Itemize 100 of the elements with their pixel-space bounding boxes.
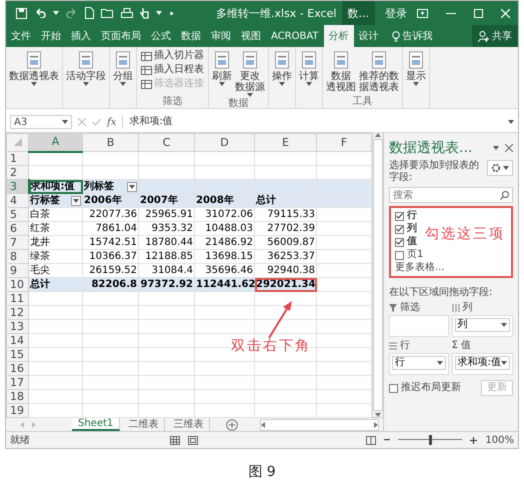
ribbon-display-icon[interactable] (417, 8, 428, 18)
ribbon-button[interactable]: 插入切片器 (139, 49, 206, 63)
ribbon-button[interactable]: 插入日程表 (139, 63, 206, 77)
drop-area[interactable]: 列 (452, 315, 513, 337)
field-label[interactable]: 页1 (407, 249, 424, 261)
printer-icon[interactable] (121, 8, 133, 18)
ribbon-button[interactable]: 刷新 (211, 49, 233, 98)
ribbon-button[interactable]: 显示 (405, 49, 427, 96)
ribbon-tab[interactable]: ACROBAT (266, 25, 324, 47)
scroll-right-icon[interactable] (374, 422, 378, 428)
filter-button[interactable] (127, 182, 137, 192)
table-cell: 7861.04 (82, 222, 138, 236)
row-header[interactable]: 8 (6, 250, 28, 264)
search-field[interactable]: 搜索 (389, 187, 513, 203)
drop-area[interactable]: 求和项:值 (452, 353, 513, 375)
row-header[interactable]: 2 (6, 166, 28, 180)
ribbon-tab[interactable]: 分析 (324, 25, 354, 47)
row-header[interactable]: 13 (6, 320, 28, 334)
close-icon[interactable] (505, 144, 513, 152)
row-header[interactable]: 11 (6, 292, 28, 306)
column-header[interactable]: E (254, 134, 316, 152)
field-chip[interactable]: 行 (392, 356, 446, 370)
field-chip[interactable]: 列 (454, 318, 510, 332)
row-header[interactable]: 3 (6, 180, 28, 194)
ribbon-button[interactable]: 数据透视表 (8, 49, 60, 96)
ribbon-tab[interactable]: 公式 (146, 25, 176, 47)
minimize-icon[interactable] (446, 12, 456, 14)
column-header[interactable]: A (28, 134, 82, 152)
checkbox[interactable] (395, 224, 404, 234)
customize-icon[interactable] (169, 10, 174, 16)
row-header[interactable]: 16 (6, 362, 28, 376)
row-header[interactable]: 9 (6, 264, 28, 278)
row-header[interactable]: 5 (6, 208, 28, 222)
ribbon-tab[interactable]: 设计 (354, 25, 384, 47)
column-header[interactable]: F (316, 134, 372, 152)
normal-view-icon[interactable] (170, 436, 180, 444)
ribbon-tab[interactable]: 审阅 (206, 25, 236, 47)
checkbox[interactable] (389, 384, 398, 392)
ribbon-tab[interactable]: 数据 (176, 25, 206, 47)
ribbon-tab[interactable]: 开始 (36, 25, 66, 47)
ribbon-button[interactable]: 更改 数据源 (234, 49, 266, 98)
ribbon-button[interactable]: 活动字段 (65, 49, 107, 96)
row-header[interactable]: 4 (6, 194, 28, 208)
formula-field[interactable]: 求和项:值 (122, 115, 502, 129)
row-header[interactable]: 1 (6, 152, 28, 166)
horizontal-scrollbar[interactable] (260, 418, 379, 430)
insert-function-button[interactable]: fx (107, 116, 116, 128)
new-document-icon[interactable] (85, 7, 94, 19)
sheet-tab[interactable]: Sheet1 (72, 418, 120, 431)
field-label[interactable]: 行 (407, 210, 417, 222)
field-label[interactable]: 值 (407, 236, 417, 248)
share-button[interactable]: 共享 (472, 25, 518, 47)
row-header[interactable]: 18 (6, 390, 28, 404)
ribbon-button[interactable]: 数据 透视图 (325, 49, 357, 96)
row-header[interactable]: 7 (6, 236, 28, 250)
sign-in-link[interactable]: 登录 (375, 6, 417, 20)
ribbon-tab[interactable]: 插入 (66, 25, 96, 47)
figure-caption: 图 9 (247, 463, 277, 481)
field-chip[interactable]: 求和项:值 (454, 356, 510, 370)
undo-icon[interactable] (34, 8, 46, 18)
folder-icon[interactable] (101, 8, 114, 18)
row-header[interactable]: 10 (6, 278, 28, 292)
drop-area[interactable]: 行 (389, 353, 449, 375)
tell-me-search[interactable]: 告诉我 (384, 25, 440, 47)
add-sheet-icon[interactable] (226, 418, 238, 430)
filter-button[interactable] (71, 196, 81, 206)
checkbox[interactable] (395, 250, 404, 260)
zoom-level[interactable]: 100% (485, 434, 514, 446)
checkbox[interactable] (395, 212, 404, 220)
table-cell: 总计 (28, 278, 82, 292)
zoom-in-icon[interactable] (470, 436, 478, 444)
save-icon[interactable] (16, 8, 27, 18)
row-header[interactable]: 15 (6, 348, 28, 362)
ribbon-tab[interactable]: 文件 (6, 25, 36, 47)
hand-icon[interactable] (140, 7, 149, 19)
column-header[interactable]: B (82, 134, 138, 152)
scrollbar-thumb[interactable] (373, 139, 383, 411)
ribbon-tab[interactable]: 视图 (236, 25, 266, 47)
field-label[interactable]: 列 (407, 223, 417, 235)
caret-icon (73, 198, 79, 202)
row-header[interactable]: 6 (6, 222, 28, 236)
checkbox[interactable] (395, 238, 404, 246)
settings-button[interactable] (487, 160, 513, 176)
name-box[interactable]: A3 (10, 115, 72, 129)
ribbon-tab[interactable]: 页面布局 (96, 25, 146, 47)
column-header[interactable]: C (138, 134, 194, 152)
page-layout-icon[interactable] (188, 436, 198, 444)
maximize-icon[interactable] (474, 8, 483, 18)
ribbon-button[interactable]: 操作 (271, 49, 293, 96)
row-header[interactable]: 14 (6, 334, 28, 348)
ribbon-button[interactable]: 分组 (112, 49, 134, 96)
row-header[interactable]: 17 (6, 376, 28, 390)
row-header[interactable]: 19 (6, 404, 28, 418)
column-header[interactable]: D (194, 134, 254, 152)
more-tables-link[interactable]: 更多表格... (395, 262, 507, 274)
ribbon-button[interactable]: 推荐的数 据透视表 (358, 49, 400, 96)
page-break-icon[interactable] (366, 436, 376, 444)
scroll-left-icon[interactable] (261, 422, 266, 428)
row-header[interactable]: 12 (6, 306, 28, 320)
ribbon-button[interactable]: 计算 (298, 49, 320, 96)
